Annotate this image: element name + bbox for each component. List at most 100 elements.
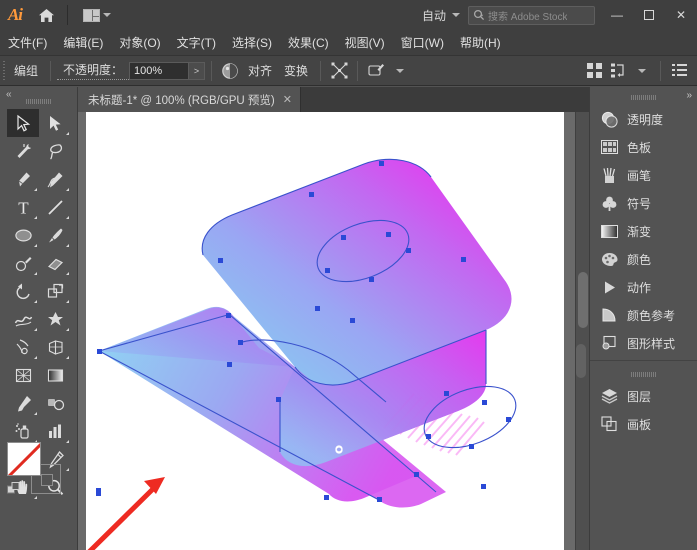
tool-free-transform[interactable] xyxy=(39,305,71,333)
menu-effect[interactable]: 效果(C) xyxy=(280,30,337,55)
menu-file[interactable]: 文件(F) xyxy=(0,30,55,55)
scrollbar-thumb-icon[interactable] xyxy=(578,272,588,328)
play-triangle-icon xyxy=(600,278,618,296)
tool-eyedropper[interactable] xyxy=(7,389,39,417)
double-chevron-left-icon[interactable]: « xyxy=(6,89,12,100)
flyout-triangle-icon xyxy=(66,356,69,359)
tool-shape-builder[interactable] xyxy=(7,333,39,361)
panel-options-icon xyxy=(671,63,688,78)
canvas-area[interactable] xyxy=(78,112,575,550)
menu-type[interactable]: 文字(T) xyxy=(169,30,224,55)
artboard[interactable] xyxy=(86,112,564,550)
flyout-triangle-icon xyxy=(66,272,69,275)
transform-button[interactable] xyxy=(327,59,351,83)
transparency-icon xyxy=(600,110,618,128)
panel-symbols[interactable]: 符号 xyxy=(590,189,697,217)
opacity-input[interactable]: 100% xyxy=(129,62,189,80)
minimize-button[interactable]: — xyxy=(601,0,633,30)
double-chevron-right-icon[interactable]: » xyxy=(686,90,692,101)
menu-help[interactable]: 帮助(H) xyxy=(452,30,509,55)
tool-paintbrush[interactable] xyxy=(39,221,71,249)
shape-builder-icon xyxy=(14,338,33,357)
menu-object[interactable]: 对象(O) xyxy=(111,30,168,55)
menu-edit[interactable]: 编辑(E) xyxy=(55,30,111,55)
align-panel-button[interactable] xyxy=(582,59,606,83)
tool-direct-selection[interactable] xyxy=(39,109,71,137)
opacity-panel-button[interactable] xyxy=(218,59,242,83)
drag-grip-icon[interactable] xyxy=(631,95,657,100)
arrange-documents-button[interactable] xyxy=(79,4,115,26)
tool-blend[interactable] xyxy=(39,389,71,417)
tool-lasso[interactable] xyxy=(39,137,71,165)
app-logo: Ai xyxy=(0,0,30,30)
maximize-button[interactable] xyxy=(633,0,665,30)
menu-view[interactable]: 视图(V) xyxy=(337,30,393,55)
panel-color-guide[interactable]: 颜色参考 xyxy=(590,301,697,329)
search-icon xyxy=(473,9,485,21)
menu-select[interactable]: 选择(S) xyxy=(224,30,280,55)
panel-label: 渐变 xyxy=(627,223,651,240)
panel-artboards[interactable]: 画板 xyxy=(590,410,697,438)
panel-gradient[interactable]: 渐变 xyxy=(590,217,697,245)
close-icon[interactable]: ✕ xyxy=(283,93,292,106)
panel-resize-handle[interactable] xyxy=(576,344,586,378)
panel-color[interactable]: 颜色 xyxy=(590,245,697,273)
3d-extruded-rounded-rect-group[interactable] xyxy=(86,112,564,550)
arrange-objects-button[interactable] xyxy=(606,59,630,83)
tool-column-graph[interactable] xyxy=(39,417,71,445)
document-tab[interactable]: 未标题-1* @ 100% (RGB/GPU 预览) ✕ xyxy=(78,87,301,112)
align-label[interactable]: 对齐 xyxy=(242,62,278,79)
panel-label: 色板 xyxy=(627,139,651,156)
tool-symbol-sprayer[interactable] xyxy=(7,417,39,445)
flyout-triangle-icon xyxy=(34,216,37,219)
tool-scale[interactable] xyxy=(39,277,71,305)
tool-line-segment[interactable] xyxy=(39,193,71,221)
graphic-style-dropdown[interactable] xyxy=(388,59,412,83)
panel-actions[interactable]: 动作 xyxy=(590,273,697,301)
panel-graphic-styles[interactable]: 图形样式 xyxy=(590,329,697,357)
tool-perspective-grid[interactable] xyxy=(39,333,71,361)
opacity-stepper[interactable]: > xyxy=(189,62,205,80)
swap-fill-stroke-icon[interactable] xyxy=(7,482,21,496)
opacity-label[interactable]: 不透明度： xyxy=(57,61,129,80)
flyout-triangle-icon xyxy=(66,300,69,303)
control-bar-grip[interactable] xyxy=(0,56,8,86)
tool-mesh[interactable] xyxy=(7,361,39,389)
tool-magic-wand[interactable] xyxy=(7,137,39,165)
home-button[interactable] xyxy=(30,0,62,30)
drag-grip-icon[interactable] xyxy=(631,372,657,377)
panel-options-button[interactable] xyxy=(667,59,691,83)
drag-grip-icon[interactable] xyxy=(26,99,52,104)
tool-eraser[interactable] xyxy=(39,249,71,277)
arrange-objects-icon xyxy=(610,62,627,79)
graphic-style-button[interactable] xyxy=(364,59,388,83)
fill-swatch[interactable] xyxy=(7,442,41,476)
tool-rotate[interactable] xyxy=(7,277,39,305)
fill-stroke-controls xyxy=(7,442,71,502)
transform-label[interactable]: 变换 xyxy=(278,62,314,79)
panel-layers[interactable]: 图层 xyxy=(590,382,697,410)
tool-selection[interactable] xyxy=(7,109,39,137)
workspace-switcher[interactable]: 自动 xyxy=(414,2,468,28)
tool-pen[interactable] xyxy=(7,165,39,193)
close-button[interactable]: ✕ xyxy=(665,0,697,30)
tool-curvature[interactable] xyxy=(39,165,71,193)
menu-window[interactable]: 窗口(W) xyxy=(393,30,452,55)
search-adobe-stock[interactable]: 搜索 Adobe Stock xyxy=(468,6,595,25)
panel-transparency[interactable]: 透明度 xyxy=(590,105,697,133)
dock-group-2: 图层 画板 xyxy=(590,364,697,438)
flyout-triangle-icon xyxy=(34,272,37,275)
vertical-scrollbar[interactable] xyxy=(575,112,589,550)
tool-ellipse[interactable] xyxy=(7,221,39,249)
divider xyxy=(590,360,697,361)
artboards-icon xyxy=(600,415,618,433)
tool-pencil[interactable] xyxy=(7,249,39,277)
tool-width[interactable] xyxy=(7,305,39,333)
panel-swatches[interactable]: 色板 xyxy=(590,133,697,161)
panel-brushes[interactable]: 画笔 xyxy=(590,161,697,189)
tool-type[interactable]: T xyxy=(7,193,39,221)
flyout-triangle-icon xyxy=(34,356,37,359)
arrange-dropdown[interactable] xyxy=(630,59,654,83)
width-warp-icon xyxy=(14,310,33,329)
tool-gradient[interactable] xyxy=(39,361,71,389)
